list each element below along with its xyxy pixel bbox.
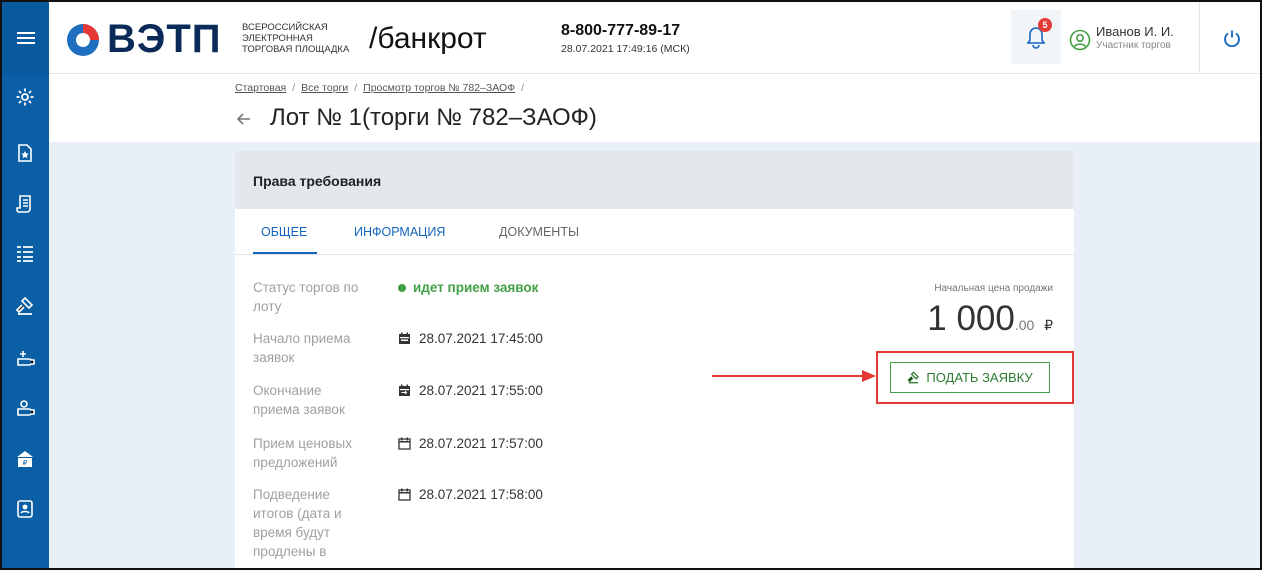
- notifications-badge: 5: [1038, 18, 1052, 32]
- logout-power-icon[interactable]: [1223, 29, 1241, 47]
- main-content: Стартовая / Все торги / Просмотр торгов № 78…: [49, 74, 1260, 568]
- app-frame: ₽ ВЭТП Всероссийская электронная торгова…: [0, 0, 1262, 570]
- gavel-icon[interactable]: [14, 295, 36, 317]
- annotation-arrow: [712, 370, 876, 382]
- header: ВЭТП Всероссийская электронная торговая …: [49, 2, 1260, 74]
- notifications-button[interactable]: 5: [1011, 10, 1061, 64]
- start-label: Начало приема заявок: [253, 331, 351, 365]
- price-value: 1 000.00 ₽: [927, 299, 1053, 338]
- star-doc-icon[interactable]: [14, 142, 36, 164]
- scroll-icon[interactable]: [14, 193, 36, 215]
- phone-number[interactable]: 8-800-777-89-17: [561, 22, 680, 40]
- sidebar: ₽: [2, 2, 49, 568]
- calendar-icon: [399, 384, 410, 396]
- bids-value: 28.07.2021 17:57:00: [398, 436, 543, 451]
- start-value: 28.07.2021 17:45:00: [398, 331, 543, 346]
- back-arrow-icon[interactable]: [235, 110, 253, 128]
- status-label: Статус торгов по лоту: [253, 280, 359, 314]
- price-label: Начальная цена продажи: [934, 283, 1053, 294]
- logo-subtitle: Всероссийская электронная торговая площа…: [242, 22, 350, 55]
- status-dot-icon: [398, 283, 406, 292]
- menu-button[interactable]: [2, 2, 49, 74]
- bid-icon[interactable]: [14, 397, 36, 419]
- card-title: Права требования: [253, 173, 382, 189]
- user-name[interactable]: Иванов И. И.: [1096, 24, 1174, 39]
- breadcrumb-home[interactable]: Стартовая: [235, 82, 286, 94]
- tab-information[interactable]: ИНФОРМАЦИЯ: [354, 225, 445, 239]
- status-value: идет прием заявок: [398, 280, 538, 295]
- card-header: Права требования: [235, 151, 1074, 209]
- list-icon[interactable]: [14, 243, 36, 265]
- end-value: 28.07.2021 17:55:00: [398, 383, 543, 398]
- gear-icon[interactable]: [14, 86, 36, 108]
- results-value: 28.07.2021 17:58:00: [398, 487, 543, 502]
- calendar-icon: [398, 488, 411, 501]
- svg-text:₽: ₽: [23, 459, 28, 467]
- menu-icon: [16, 31, 35, 45]
- title-band: Стартовая / Все торги / Просмотр торгов № 78…: [49, 74, 1260, 142]
- contacts-icon[interactable]: [14, 498, 36, 520]
- logo-text: ВЭТП: [107, 17, 222, 61]
- user-role: Участник торгов: [1096, 40, 1171, 51]
- bid-add-icon[interactable]: [14, 347, 36, 369]
- section-name: /банкрот: [369, 22, 487, 55]
- annotation-highlight-box: [876, 351, 1074, 404]
- header-divider: [1199, 2, 1200, 74]
- bids-label: Прием ценовых предложений: [253, 436, 352, 470]
- user-avatar-icon[interactable]: [1069, 29, 1091, 51]
- results-label: Подведение итогов (дата и время будут продл…: [253, 487, 342, 559]
- breadcrumb-trade-view[interactable]: Просмотр торгов № 782–ЗАОФ: [363, 82, 515, 94]
- end-label: Окончание приема заявок: [253, 383, 345, 417]
- calendar-icon: [398, 437, 411, 450]
- calendar-icon: [399, 332, 410, 344]
- tab-documents[interactable]: ДОКУМЕНТЫ: [499, 225, 579, 239]
- breadcrumb: Стартовая / Все торги / Просмотр торгов № 78…: [235, 82, 525, 94]
- server-time: 28.07.2021 17:49:16 (МСК): [561, 43, 690, 55]
- logo-icon: [67, 24, 99, 56]
- breadcrumb-all-trades[interactable]: Все торги: [301, 82, 348, 94]
- tabs: ОБЩЕЕ ИНФОРМАЦИЯ ДОКУМЕНТЫ: [235, 209, 1074, 255]
- tab-general[interactable]: ОБЩЕЕ: [252, 225, 318, 254]
- bank-icon[interactable]: ₽: [14, 448, 36, 470]
- page-title: Лот № 1(торги № 782–ЗАОФ): [270, 104, 597, 131]
